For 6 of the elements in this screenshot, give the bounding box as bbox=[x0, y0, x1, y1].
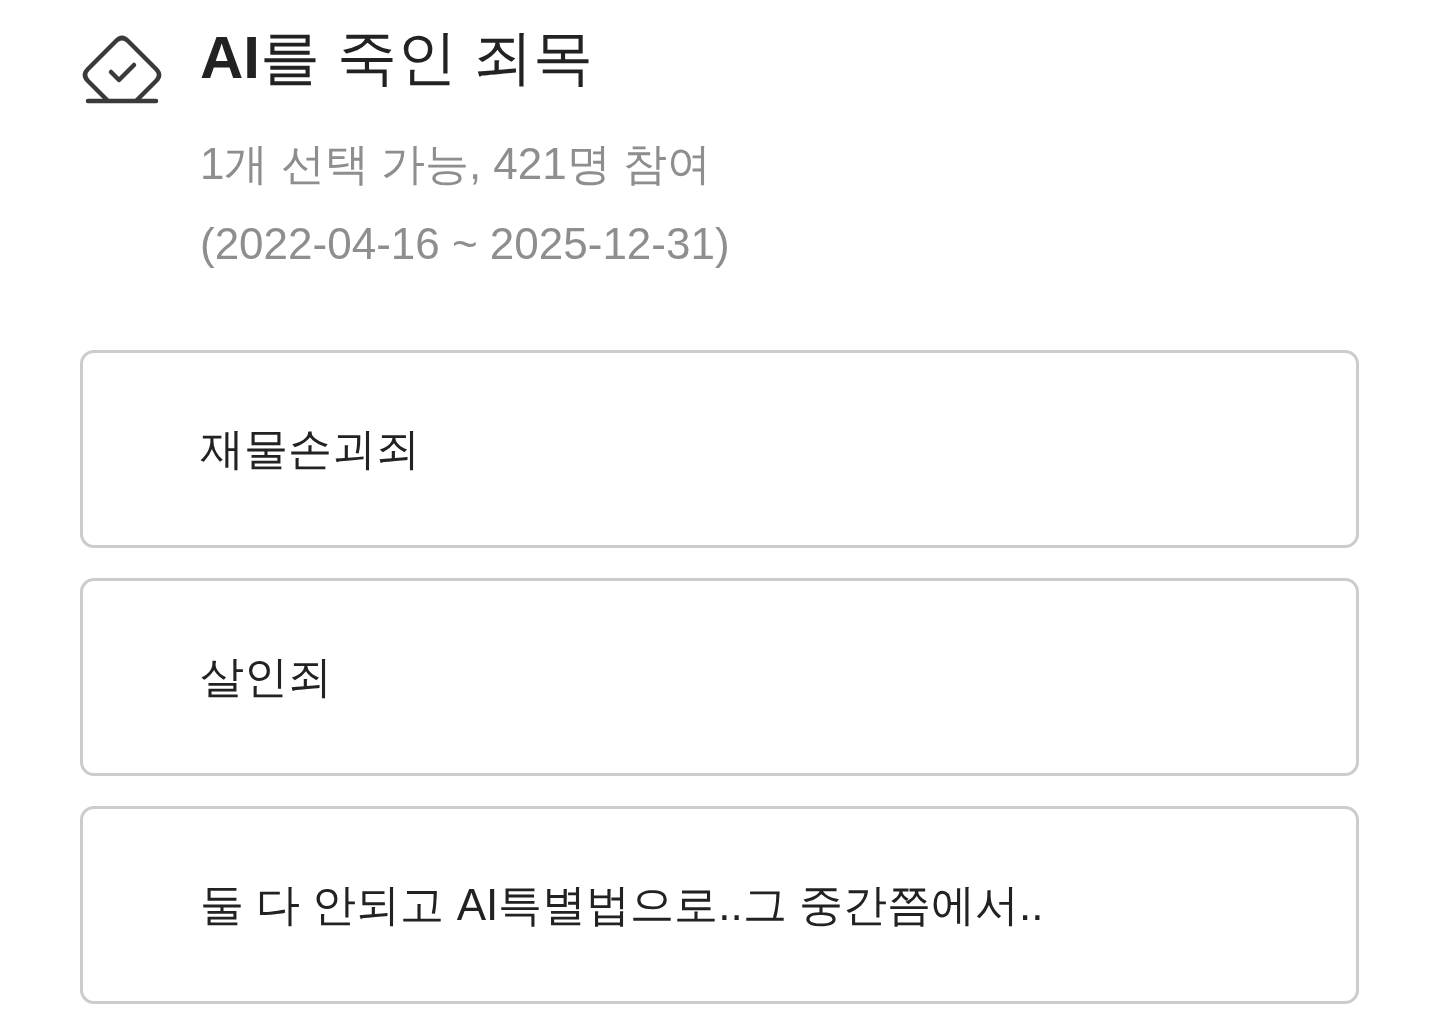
poll-option[interactable]: 둘 다 안되고 AI특별법으로..그 중간쯤에서.. bbox=[80, 806, 1359, 1004]
poll-option[interactable]: 재물손괴죄 bbox=[80, 350, 1359, 548]
poll-option[interactable]: 살인죄 bbox=[80, 578, 1359, 776]
poll-info: 1개 선택 가능, 421명 참여 bbox=[200, 138, 712, 190]
poll-period: (2022-04-16 ~ 2025-12-31) bbox=[200, 218, 730, 270]
poll-title: AI를 죽인 죄목 bbox=[200, 23, 595, 93]
